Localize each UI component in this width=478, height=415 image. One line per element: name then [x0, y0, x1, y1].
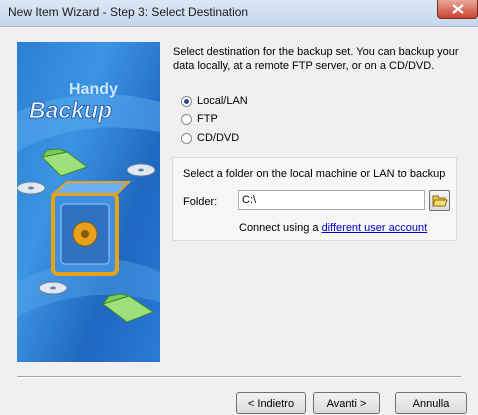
open-folder-icon [432, 195, 448, 207]
radio-button-cd-dvd[interactable] [181, 132, 192, 144]
back-button[interactable]: < Indietro [236, 392, 306, 414]
window-title: New Item Wizard - Step 3: Select Destina… [8, 5, 249, 19]
banner-artwork: Handy Backup [17, 81, 160, 323]
folder-icon-top [40, 148, 89, 177]
radio-button-ftp[interactable] [181, 113, 192, 125]
next-button[interactable]: Avanti > [313, 392, 380, 414]
local-folder-caption: Select a folder on the local machine or … [183, 168, 446, 180]
disc-icon-bottom [38, 281, 68, 295]
folder-label: Folder: [183, 196, 218, 208]
browse-folder-button[interactable] [429, 190, 450, 211]
radio-label-local-lan: Local/LAN [197, 95, 248, 107]
logo-backup: Backup [29, 97, 112, 123]
local-folder-group: Select a folder on the local machine or … [172, 157, 457, 241]
different-user-account-link[interactable]: different user account [322, 222, 428, 234]
radio-local-lan[interactable]: Local/LAN [181, 94, 248, 108]
folder-path-input[interactable] [238, 190, 425, 210]
radio-ftp[interactable]: FTP [181, 112, 218, 126]
cancel-button[interactable]: Annulla [395, 392, 467, 414]
close-icon [452, 4, 464, 14]
connect-prefix: Connect using a [239, 222, 319, 234]
destination-prompt: Select destination for the backup set. Y… [173, 46, 459, 72]
radio-label-ftp: FTP [197, 113, 218, 125]
handy-backup-banner: Handy Backup [17, 42, 160, 362]
wizard-client-area: Handy Backup Select destination for the … [0, 26, 478, 415]
safe-icon [50, 181, 132, 276]
disc-icon-top [126, 163, 156, 177]
radio-button-local-lan[interactable] [181, 95, 192, 107]
logo-handy: Handy [69, 81, 118, 98]
radio-label-cd-dvd: CD/DVD [197, 132, 240, 144]
disc-icon-middle [17, 181, 46, 195]
window-close-button[interactable] [437, 0, 478, 19]
title-bar: New Item Wizard - Step 3: Select Destina… [0, 0, 478, 26]
connect-row: Connect using a different user account [239, 222, 427, 234]
button-separator [17, 376, 461, 378]
radio-cd-dvd[interactable]: CD/DVD [181, 131, 239, 145]
